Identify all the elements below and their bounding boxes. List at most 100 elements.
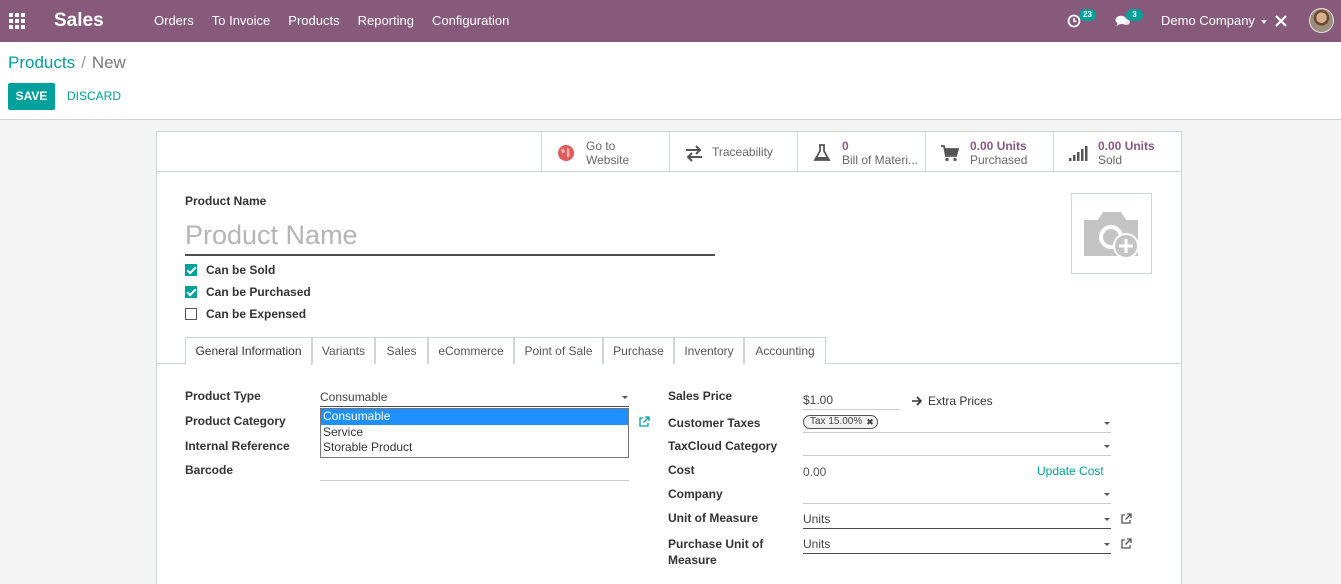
camera-add-icon xyxy=(1084,212,1139,259)
barcode-input[interactable] xyxy=(320,461,629,481)
update-cost-button[interactable]: Update Cost xyxy=(1037,464,1104,478)
company-switcher[interactable]: Demo Company xyxy=(1161,0,1267,42)
sales-price-input[interactable]: $1.00 xyxy=(803,390,900,410)
menu-to-invoice[interactable]: To Invoice xyxy=(203,0,280,42)
can-be-sold-checkbox[interactable]: Can be Sold xyxy=(185,262,275,278)
purchase-uom-label-line2: Measure xyxy=(668,553,717,567)
external-link-icon[interactable] xyxy=(638,416,650,428)
app-name[interactable]: Sales xyxy=(54,10,104,32)
signal-bars-icon xyxy=(1069,146,1088,161)
apps-menu-icon[interactable] xyxy=(9,13,25,29)
unit-of-measure-value: Units xyxy=(803,512,831,526)
taxcloud-category-select[interactable] xyxy=(803,436,1111,456)
breadcrumb-products-link[interactable]: Products xyxy=(8,53,75,72)
unit-of-measure-select[interactable]: Units xyxy=(803,509,1111,529)
chevron-down-icon xyxy=(1104,493,1110,496)
arrow-right-icon xyxy=(912,396,923,406)
traceability-label: Traceability xyxy=(712,145,773,159)
chevron-down-icon xyxy=(1260,19,1267,24)
main-menu: Orders To Invoice Products Reporting Con… xyxy=(145,0,518,42)
extra-prices-label: Extra Prices xyxy=(928,394,993,408)
tab-point-of-sale[interactable]: Point of Sale xyxy=(514,337,603,364)
tab-accounting[interactable]: Accounting xyxy=(744,337,826,364)
shopping-cart-icon xyxy=(941,145,960,162)
tax-tag: Tax 15.00% ✖ xyxy=(803,415,878,429)
tab-inventory[interactable]: Inventory xyxy=(674,337,744,364)
sold-button[interactable]: 0.00 Units Sold xyxy=(1053,132,1181,172)
sold-label: Sold xyxy=(1098,153,1123,167)
sold-qty: 0.00 Units xyxy=(1098,139,1155,153)
customer-taxes-input[interactable]: Tax 15.00% ✖ xyxy=(803,413,1111,433)
traceability-button[interactable]: Traceability xyxy=(669,132,797,172)
company-label: Company xyxy=(668,487,723,501)
activity-badge: 23 xyxy=(1079,9,1096,21)
barcode-label: Barcode xyxy=(185,463,234,477)
cost-value: 0.00 xyxy=(803,465,827,479)
bom-count: 0 xyxy=(842,139,849,153)
can-be-purchased-label: Can be Purchased xyxy=(206,285,311,299)
product-name-label: Product Name xyxy=(185,194,267,208)
bill-of-materials-button[interactable]: 0 Bill of Materi... xyxy=(797,132,925,172)
tab-variants[interactable]: Variants xyxy=(312,337,375,364)
tab-purchase[interactable]: Purchase xyxy=(603,337,674,364)
product-form-sheet: Go to Website Traceability 0 Bill of Mat… xyxy=(156,131,1182,584)
menu-products[interactable]: Products xyxy=(279,0,348,42)
chevron-down-icon xyxy=(1104,518,1110,521)
breadcrumb: Products / New xyxy=(8,53,126,73)
top-navbar: Sales Orders To Invoice Products Reporti… xyxy=(0,0,1341,42)
purchase-unit-of-measure-select[interactable]: Units xyxy=(803,534,1111,554)
purchase-unit-of-measure-label: Purchase Unit of Measure xyxy=(668,536,763,568)
sales-price-label: Sales Price xyxy=(668,389,733,403)
option-consumable[interactable]: Consumable xyxy=(321,409,628,425)
product-type-select[interactable]: Consumable xyxy=(320,387,629,407)
purchased-button[interactable]: 0.00 Units Purchased xyxy=(925,132,1053,172)
discard-button[interactable]: DISCARD xyxy=(67,89,121,103)
website-line1: Go to xyxy=(586,139,616,153)
product-name-input[interactable] xyxy=(185,216,715,256)
company-select[interactable] xyxy=(803,484,1111,504)
menu-orders[interactable]: Orders xyxy=(145,0,203,42)
chevron-down-icon xyxy=(622,396,628,399)
smart-button-box: Go to Website Traceability 0 Bill of Mat… xyxy=(157,132,1181,172)
checkbox-unchecked[interactable] xyxy=(185,308,197,320)
purchase-uom-label-line1: Purchase Unit of xyxy=(668,537,764,551)
tax-tag-label: Tax 15.00% xyxy=(810,416,863,427)
activity-button[interactable]: 23 xyxy=(1067,9,1099,32)
can-be-purchased-checkbox[interactable]: Can be Purchased xyxy=(185,284,311,300)
user-avatar[interactable] xyxy=(1309,8,1334,33)
product-type-label: Product Type xyxy=(185,389,261,403)
breadcrumb-current: New xyxy=(91,53,126,72)
save-button[interactable]: SAVE xyxy=(8,83,55,110)
bom-label: Bill of Materi... xyxy=(842,153,919,167)
product-type-value: Consumable xyxy=(320,390,388,404)
globe-icon xyxy=(558,145,574,161)
internal-reference-label: Internal Reference xyxy=(185,439,290,453)
website-line2: Website xyxy=(586,153,630,167)
can-be-expensed-checkbox[interactable]: Can be Expensed xyxy=(185,306,306,322)
menu-reporting[interactable]: Reporting xyxy=(349,0,423,42)
option-storable-product[interactable]: Storable Product xyxy=(321,440,628,456)
external-link-icon[interactable] xyxy=(1120,538,1132,550)
close-icon[interactable] xyxy=(1274,14,1288,28)
can-be-sold-label: Can be Sold xyxy=(206,263,276,277)
customer-taxes-label: Customer Taxes xyxy=(668,416,761,430)
product-type-dropdown: Consumable Service Storable Product xyxy=(320,408,629,458)
chevron-down-icon xyxy=(1104,445,1110,448)
cost-label: Cost xyxy=(668,463,695,477)
option-service[interactable]: Service xyxy=(321,425,628,441)
messages-button[interactable]: 3 xyxy=(1115,9,1143,32)
tab-general-information[interactable]: General Information xyxy=(185,337,312,365)
tab-ecommerce[interactable]: eCommerce xyxy=(428,337,514,364)
external-link-icon[interactable] xyxy=(1120,513,1132,525)
can-be-expensed-label: Can be Expensed xyxy=(206,307,307,321)
purchased-qty: 0.00 Units xyxy=(970,139,1027,153)
go-to-website-button[interactable]: Go to Website xyxy=(541,132,669,172)
tab-sales[interactable]: Sales xyxy=(375,337,428,364)
product-image-upload[interactable] xyxy=(1071,193,1152,274)
menu-configuration[interactable]: Configuration xyxy=(423,0,518,42)
checkbox-checked[interactable] xyxy=(185,264,197,276)
remove-tag-icon[interactable]: ✖ xyxy=(866,416,874,428)
extra-prices-button[interactable]: Extra Prices xyxy=(912,394,993,408)
checkbox-checked[interactable] xyxy=(185,286,197,298)
flask-icon xyxy=(813,144,831,161)
